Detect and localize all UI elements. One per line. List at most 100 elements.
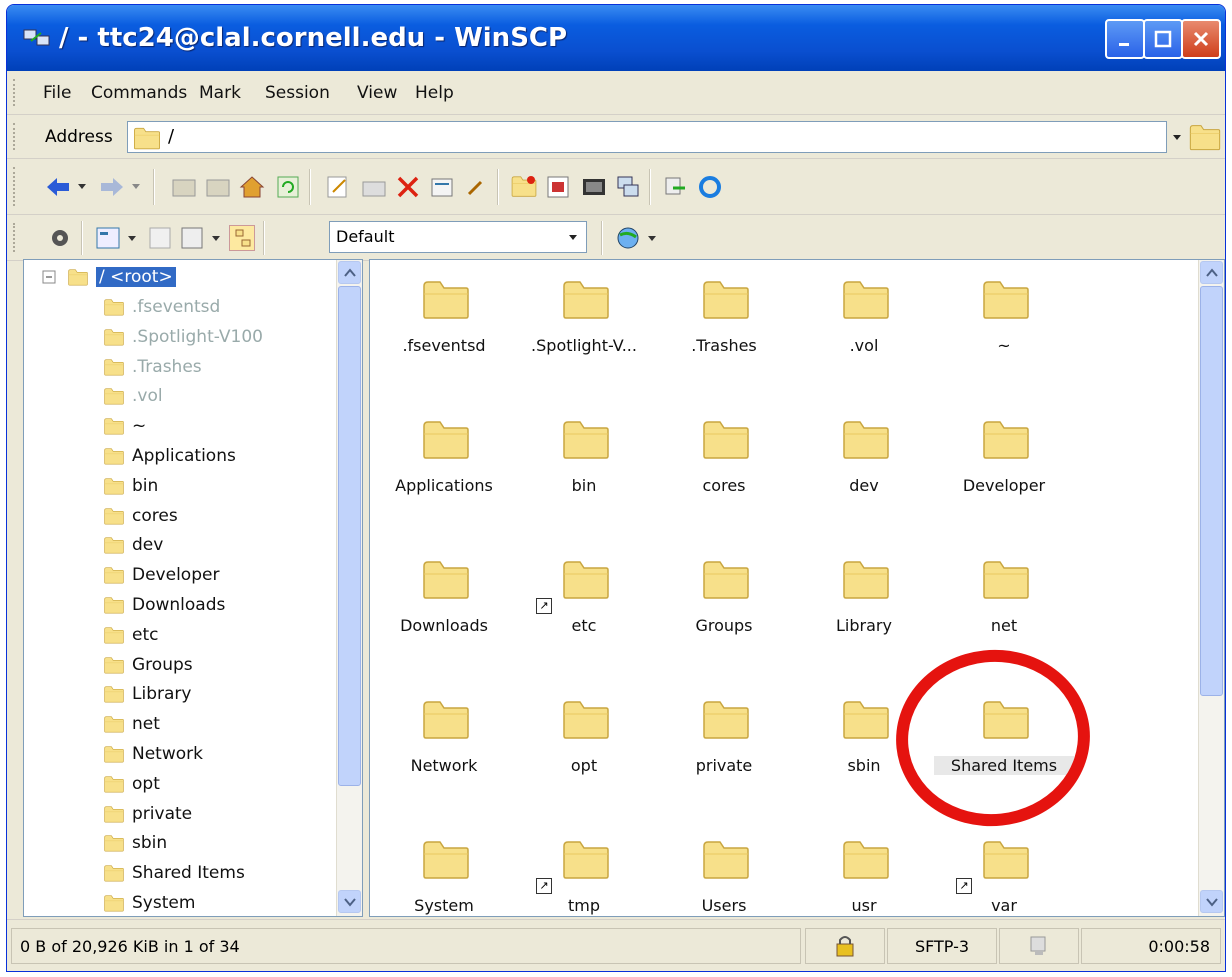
menu-view[interactable]: View: [357, 83, 397, 103]
tree-item[interactable]: dev: [102, 530, 163, 560]
refresh-icon[interactable]: [275, 174, 301, 200]
tree-item[interactable]: etc: [102, 620, 158, 650]
tree-item[interactable]: Shared Items: [102, 858, 245, 888]
directory-tree[interactable]: / <root> .fseventsd .Spotlight-V100 .Trash…: [23, 259, 363, 917]
tree-item[interactable]: ~: [102, 411, 146, 441]
toolbar-grip[interactable]: [13, 223, 17, 252]
scroll-up-button[interactable]: [338, 261, 361, 284]
scroll-thumb[interactable]: [1200, 286, 1223, 696]
file-item[interactable]: cores: [654, 412, 794, 532]
properties-icon[interactable]: [429, 174, 455, 200]
file-item[interactable]: Users: [654, 832, 794, 916]
open-folder-icon[interactable]: [1189, 123, 1221, 151]
globe-icon[interactable]: [615, 225, 641, 251]
console-icon[interactable]: [581, 174, 607, 200]
file-item[interactable]: ↗ tmp: [514, 832, 654, 916]
tree-scrollbar[interactable]: [336, 260, 362, 916]
maximize-button[interactable]: [1143, 19, 1183, 59]
scroll-down-button[interactable]: [1200, 890, 1223, 913]
add-to-queue-icon[interactable]: [545, 174, 571, 200]
tree-item[interactable]: System: [102, 888, 195, 916]
home-directory-icon[interactable]: [239, 174, 265, 200]
back-dropdown-icon[interactable]: [77, 183, 87, 191]
file-item[interactable]: Network: [374, 692, 514, 812]
tree-item[interactable]: Network: [102, 739, 203, 769]
view-style-icon[interactable]: [95, 225, 121, 251]
file-item[interactable]: .fseventsd: [374, 272, 514, 392]
file-item[interactable]: .Spotlight-V...: [514, 272, 654, 392]
file-item[interactable]: bin: [514, 412, 654, 532]
tree-item[interactable]: Downloads: [102, 590, 225, 620]
parent-directory-icon[interactable]: [171, 174, 197, 200]
file-item[interactable]: ~: [934, 272, 1074, 392]
tree-item[interactable]: .Trashes: [102, 352, 202, 382]
root-directory-icon[interactable]: [205, 174, 231, 200]
view-dropdown-icon[interactable]: [127, 235, 137, 243]
synchronize-icon[interactable]: [663, 174, 689, 200]
scroll-up-button[interactable]: [1200, 261, 1223, 284]
file-item[interactable]: System: [374, 832, 514, 916]
address-field[interactable]: /: [127, 121, 1167, 153]
menu-file[interactable]: File: [43, 83, 71, 103]
tree-item[interactable]: Developer: [102, 560, 219, 590]
scroll-thumb[interactable]: [338, 286, 361, 786]
toolbar-grip[interactable]: [13, 123, 17, 150]
menu-commands[interactable]: Commands: [91, 83, 187, 103]
globe-dropdown-icon[interactable]: [647, 235, 657, 243]
tree-item[interactable]: bin: [102, 471, 158, 501]
open-icon[interactable]: [361, 174, 387, 200]
tree-item[interactable]: Groups: [102, 650, 193, 680]
tree-item[interactable]: opt: [102, 769, 160, 799]
tree-item[interactable]: .vol: [102, 381, 163, 411]
title-bar[interactable]: / - ttc24@clal.cornell.edu - WinSCP: [7, 5, 1225, 71]
tree-item[interactable]: net: [102, 709, 160, 739]
tree-item[interactable]: Library: [102, 679, 191, 709]
tree-root[interactable]: / <root>: [66, 262, 176, 292]
file-item[interactable]: Groups: [654, 552, 794, 672]
menu-session[interactable]: Session: [265, 83, 330, 103]
tree-toggle-icon[interactable]: [229, 225, 255, 251]
minimize-button[interactable]: [1105, 19, 1145, 59]
forward-dropdown-icon[interactable]: [131, 183, 141, 191]
rename-icon[interactable]: [463, 174, 489, 200]
transfer-settings-combo[interactable]: Default: [329, 221, 587, 253]
toolbar-grip[interactable]: [13, 167, 17, 206]
tree-item[interactable]: sbin: [102, 828, 167, 858]
file-item[interactable]: Library: [794, 552, 934, 672]
toolbar-grip[interactable]: [13, 79, 17, 106]
back-icon[interactable]: [45, 174, 71, 200]
file-item[interactable]: private: [654, 692, 794, 812]
menu-help[interactable]: Help: [415, 83, 454, 103]
close-button[interactable]: [1181, 19, 1221, 59]
forward-icon[interactable]: [99, 174, 125, 200]
file-item[interactable]: Applications: [374, 412, 514, 532]
delete-icon[interactable]: [395, 174, 421, 200]
sort-dropdown-icon[interactable]: [211, 235, 221, 243]
file-list-scrollbar[interactable]: [1198, 260, 1224, 916]
file-item[interactable]: dev: [794, 412, 934, 532]
edit-icon[interactable]: [325, 174, 351, 200]
menu-mark[interactable]: Mark: [199, 83, 241, 103]
file-item[interactable]: opt: [514, 692, 654, 812]
keep-up-to-date-icon[interactable]: [697, 174, 723, 200]
collapse-icon[interactable]: [42, 270, 56, 284]
file-item[interactable]: Developer: [934, 412, 1074, 532]
dropdown-arrow-icon[interactable]: [1171, 133, 1183, 143]
file-item[interactable]: .Trashes: [654, 272, 794, 392]
file-item[interactable]: ↗ etc: [514, 552, 654, 672]
file-item[interactable]: usr: [794, 832, 934, 916]
tree-item[interactable]: private: [102, 799, 192, 829]
file-item[interactable]: ↗ var: [934, 832, 1074, 916]
scroll-down-button[interactable]: [338, 890, 361, 913]
columns-icon[interactable]: [147, 225, 173, 251]
tree-item[interactable]: .Spotlight-V100: [102, 322, 263, 352]
putty-icon[interactable]: [615, 174, 641, 200]
tree-item[interactable]: Applications: [102, 441, 236, 471]
file-list[interactable]: .fseventsd .Spotlight-V... .Trashes .vol ~ Ap…: [369, 259, 1225, 917]
file-item[interactable]: .vol: [794, 272, 934, 392]
create-directory-icon[interactable]: [511, 174, 537, 200]
file-item[interactable]: Downloads: [374, 552, 514, 672]
preferences-gear-icon[interactable]: [47, 225, 73, 251]
tree-item[interactable]: cores: [102, 501, 178, 531]
tree-item[interactable]: .fseventsd: [102, 292, 220, 322]
